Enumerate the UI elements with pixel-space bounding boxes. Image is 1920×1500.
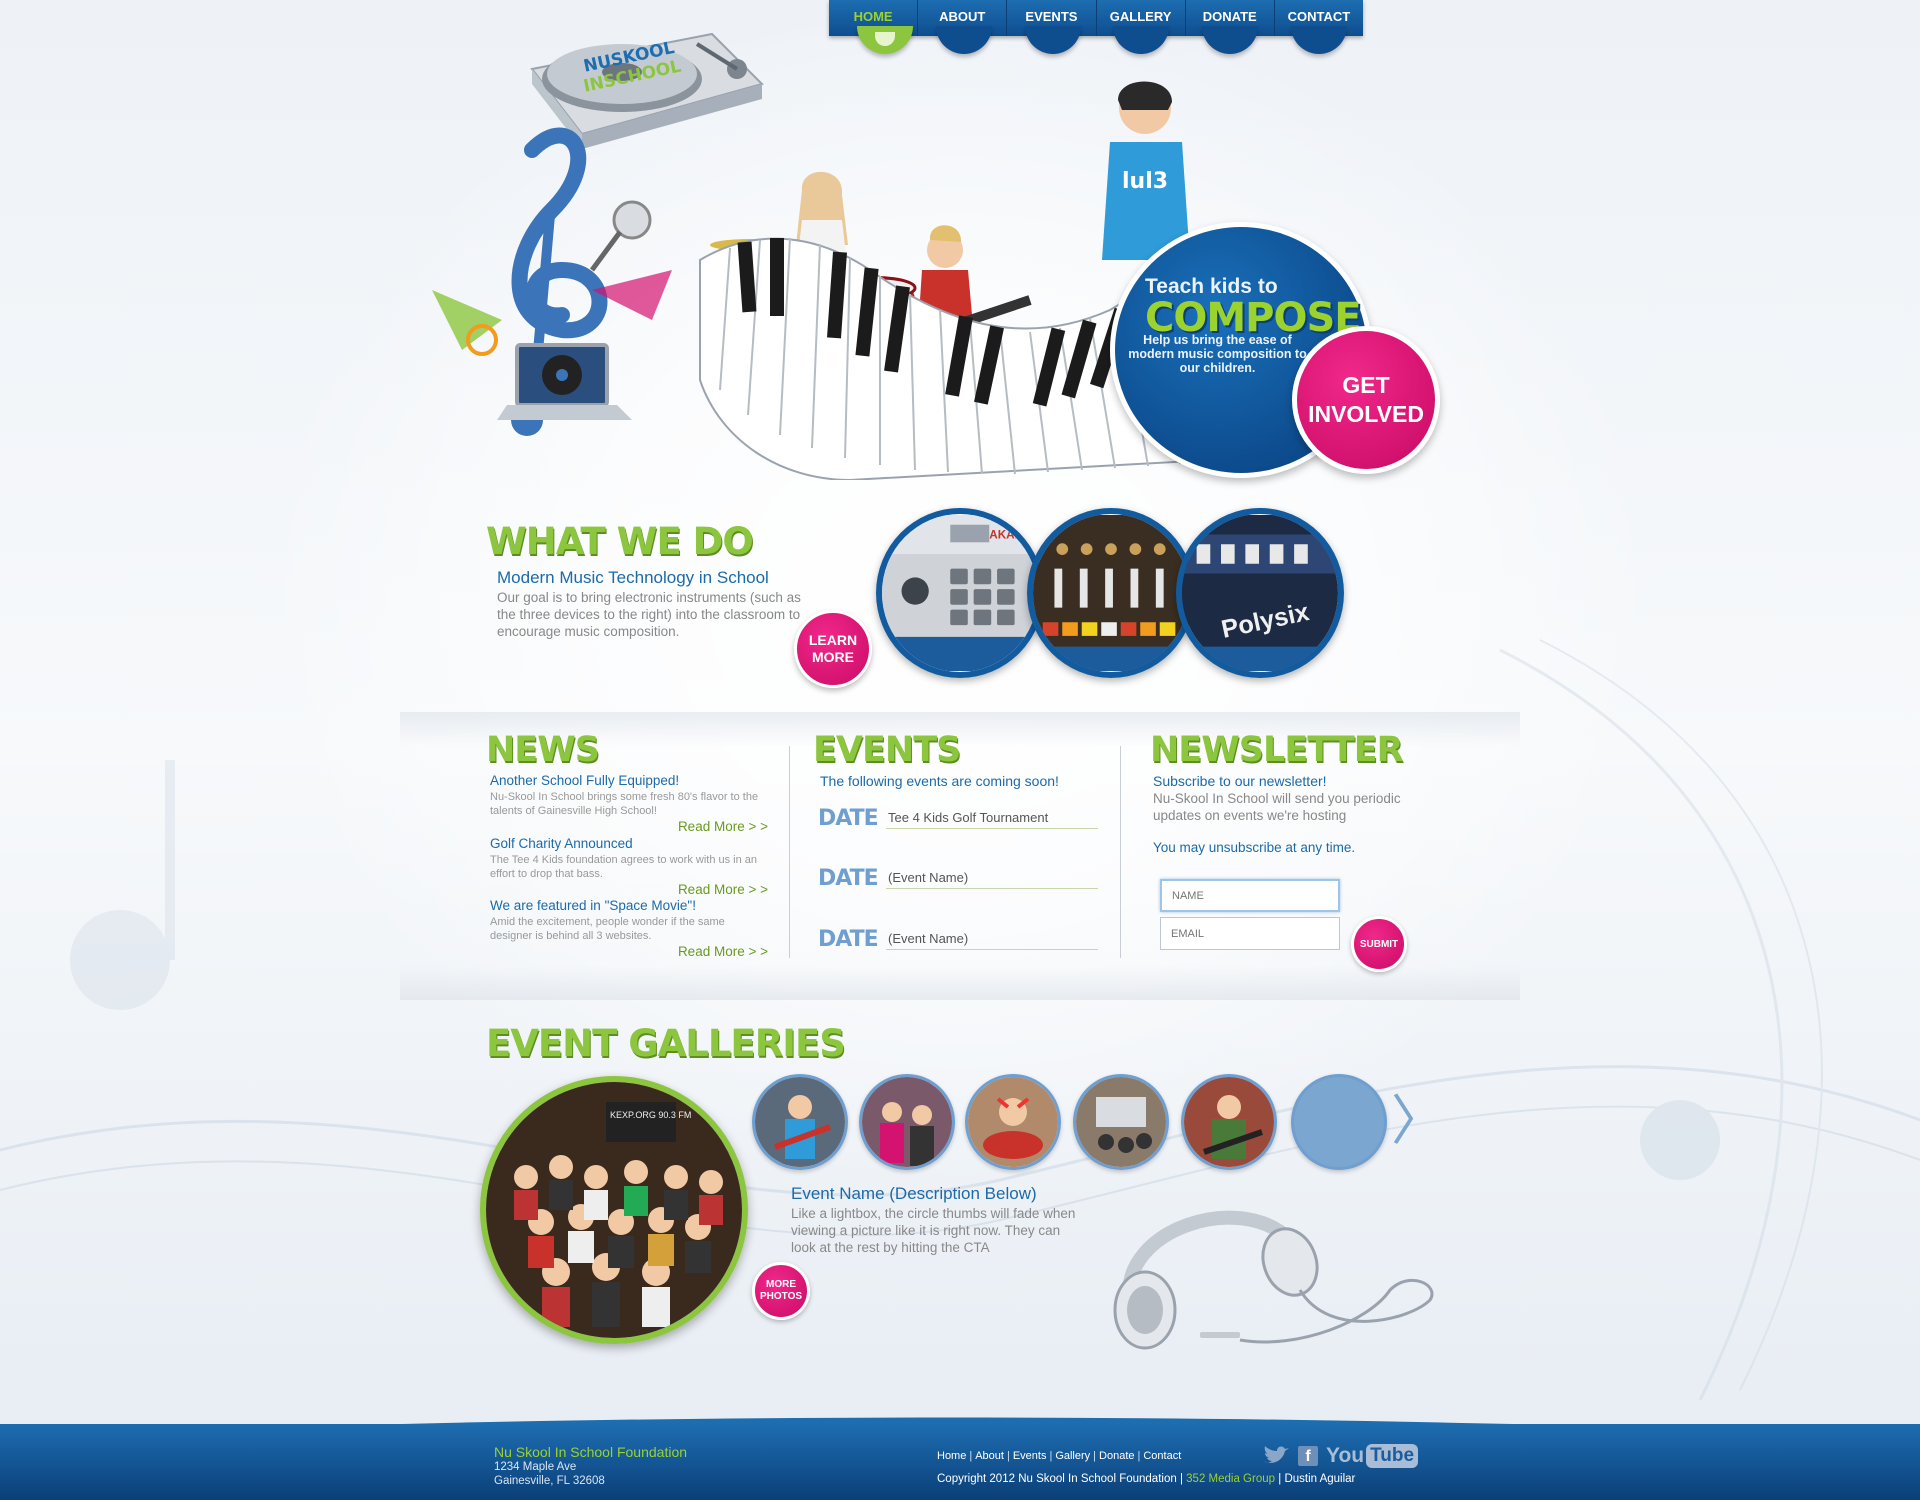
youtube-icon-tube: Tube xyxy=(1366,1444,1419,1468)
name-field[interactable] xyxy=(1160,879,1340,912)
copyright-text: Copyright 2012 Nu Skool In School Founda… xyxy=(937,1473,1177,1485)
youtube-icon[interactable]: You Tube xyxy=(1326,1444,1419,1468)
news-item: We are featured in "Space Movie"! Amid t… xyxy=(490,898,768,959)
device-sampler-image: AKAI xyxy=(876,508,1044,678)
footer-address-line: 1234 Maple Ave xyxy=(494,1461,577,1473)
more-photos-label: MORE PHOTOS xyxy=(759,1279,803,1302)
event-date: DATE xyxy=(818,866,879,891)
footer-link-gallery[interactable]: Gallery xyxy=(1055,1450,1090,1462)
device-synth-image: Polysix xyxy=(1176,508,1344,678)
news-headline[interactable]: We are featured in "Space Movie"! xyxy=(490,898,768,913)
newsletter-subtitle: Subscribe to our newsletter! xyxy=(1153,773,1327,789)
gallery-event-description: Like a lightbox, the circle thumbs will … xyxy=(791,1206,1076,1255)
svg-text:lul3: lul3 xyxy=(1122,169,1168,194)
credit-designer: Dustin Aguilar xyxy=(1284,1473,1356,1485)
footer-link-separator: | xyxy=(1049,1450,1053,1462)
gallery-thumbnail[interactable] xyxy=(752,1074,848,1170)
nav-about-label: ABOUT xyxy=(939,9,986,24)
footer-link-separator: | xyxy=(1137,1450,1141,1462)
credit-separator: | xyxy=(1278,1473,1282,1485)
event-row[interactable]: DATE (Event Name) xyxy=(818,864,1100,894)
read-more-link[interactable]: Read More > > xyxy=(490,819,768,834)
footer-link-separator: | xyxy=(1093,1450,1097,1462)
nav-donate-label: DONATE xyxy=(1202,9,1257,24)
nav-home-label: HOME xyxy=(853,9,893,24)
learn-more-label: LEARN MORE xyxy=(808,632,858,665)
gallery-thumbnail[interactable] xyxy=(965,1074,1061,1170)
youtube-icon-label: You xyxy=(1326,1444,1365,1467)
event-row[interactable]: DATE (Event Name) xyxy=(818,925,1100,955)
column-divider xyxy=(789,746,790,958)
footer-copyright: Copyright 2012 Nu Skool In School Founda… xyxy=(937,1473,1355,1485)
read-more-link[interactable]: Read More > > xyxy=(490,944,768,959)
read-more-link[interactable]: Read More > > xyxy=(490,882,768,897)
credit-separator: | xyxy=(1179,1473,1183,1485)
gallery-thumbnail[interactable] xyxy=(1181,1074,1277,1170)
footer xyxy=(0,1424,1920,1500)
newsletter-unsubscribe-note: You may unsubscribe at any time. xyxy=(1153,840,1356,855)
column-divider xyxy=(1120,746,1121,958)
footer-link-about[interactable]: About xyxy=(975,1450,1004,1462)
footer-link-home[interactable]: Home xyxy=(937,1450,966,1462)
newsletter-title: NEWSLETTER xyxy=(1150,730,1404,770)
news-headline[interactable]: Another School Fully Equipped! xyxy=(490,773,768,788)
nav-contact-label: CONTACT xyxy=(1287,9,1351,24)
twitter-icon[interactable] xyxy=(1262,1445,1290,1467)
event-name: (Event Name) xyxy=(886,870,1098,889)
news-body: Nu-Skool In School brings some fresh 80'… xyxy=(490,791,759,817)
footer-address: 1234 Maple Ave Gainesville, FL 32608 xyxy=(494,1460,605,1488)
get-involved-label: GET INVOLVED xyxy=(1308,372,1424,427)
what-we-do-text: Our goal is to bring electronic instrume… xyxy=(497,590,801,639)
headphones-image xyxy=(1113,1210,1434,1350)
news-body: Amid the excitement, people wonder if th… xyxy=(490,916,725,942)
learn-more-button[interactable]: LEARN MORE xyxy=(794,610,872,688)
nav-gallery-label: GALLERY xyxy=(1109,9,1172,24)
news-body: The Tee 4 Kids foundation agrees to work… xyxy=(490,854,758,880)
news-headline[interactable]: Golf Charity Announced xyxy=(490,836,768,851)
facebook-icon-label: f xyxy=(1305,1448,1311,1465)
news-item: Another School Fully Equipped! Nu-Skool … xyxy=(490,773,768,834)
footer-social-icons: f You Tube xyxy=(1262,1444,1419,1468)
music-collage-image xyxy=(432,127,672,436)
footer-address-line: Gainesville, FL 32608 xyxy=(494,1475,605,1487)
events-intro: The following events are coming soon! xyxy=(820,773,1059,789)
submit-label: SUBMIT xyxy=(1359,938,1399,950)
event-date: DATE xyxy=(818,806,879,831)
gallery-featured-image[interactable]: KEXP.ORG 90.3 FM xyxy=(480,1076,748,1344)
gallery-thumbnail[interactable] xyxy=(859,1074,955,1170)
footer-org-name: Nu Skool In School Foundation xyxy=(494,1444,688,1460)
footer-link-separator: | xyxy=(969,1450,973,1462)
event-row[interactable]: DATE Tee 4 Kids Golf Tournament xyxy=(818,804,1100,834)
event-name: Tee 4 Kids Golf Tournament xyxy=(886,810,1098,829)
email-field[interactable] xyxy=(1160,917,1340,950)
more-photos-button[interactable]: MORE PHOTOS xyxy=(752,1262,810,1320)
newsletter-text: Nu-Skool In School will send you periodi… xyxy=(1153,791,1401,823)
footer-link-events[interactable]: Events xyxy=(1013,1450,1047,1462)
facebook-icon[interactable]: f xyxy=(1298,1446,1318,1466)
credit-agency-link[interactable]: 352 Media Group xyxy=(1186,1473,1275,1485)
gallery-next-arrow-icon[interactable]: 〉 xyxy=(1391,1094,1445,1148)
gallery-event-name: Event Name (Description Below) xyxy=(791,1184,1037,1203)
news-item: Golf Charity Announced The Tee 4 Kids fo… xyxy=(490,836,768,897)
footer-link-donate[interactable]: Donate xyxy=(1099,1450,1134,1462)
events-title: EVENTS xyxy=(813,730,961,770)
device-drum-machine-image xyxy=(1027,508,1195,678)
nav-events-label: EVENTS xyxy=(1025,9,1078,24)
footer-link-contact[interactable]: Contact xyxy=(1143,1450,1181,1462)
event-galleries-title: EVENT GALLERIES xyxy=(486,1022,846,1065)
event-name: (Event Name) xyxy=(886,931,1098,950)
gallery-radio-sign: KEXP.ORG 90.3 FM xyxy=(610,1110,691,1120)
footer-link-separator: | xyxy=(1006,1450,1010,1462)
gallery-thumbnail[interactable] xyxy=(1073,1074,1169,1170)
news-title: NEWS xyxy=(486,730,600,770)
what-we-do-title: WHAT WE DO xyxy=(486,520,754,563)
device-label-akai: AKAI xyxy=(989,528,1018,541)
hero-description: Help us bring the ease of modern music c… xyxy=(1128,333,1307,375)
get-involved-button[interactable]: GET INVOLVED xyxy=(1292,326,1440,474)
gallery-thumbnail-placeholder[interactable] xyxy=(1291,1074,1387,1170)
footer-links: Home | About | Events | Gallery | Donate | Co… xyxy=(937,1450,1181,1462)
event-date: DATE xyxy=(818,927,879,952)
what-we-do-subtitle: Modern Music Technology in School xyxy=(497,568,769,587)
submit-button[interactable]: SUBMIT xyxy=(1351,916,1407,972)
